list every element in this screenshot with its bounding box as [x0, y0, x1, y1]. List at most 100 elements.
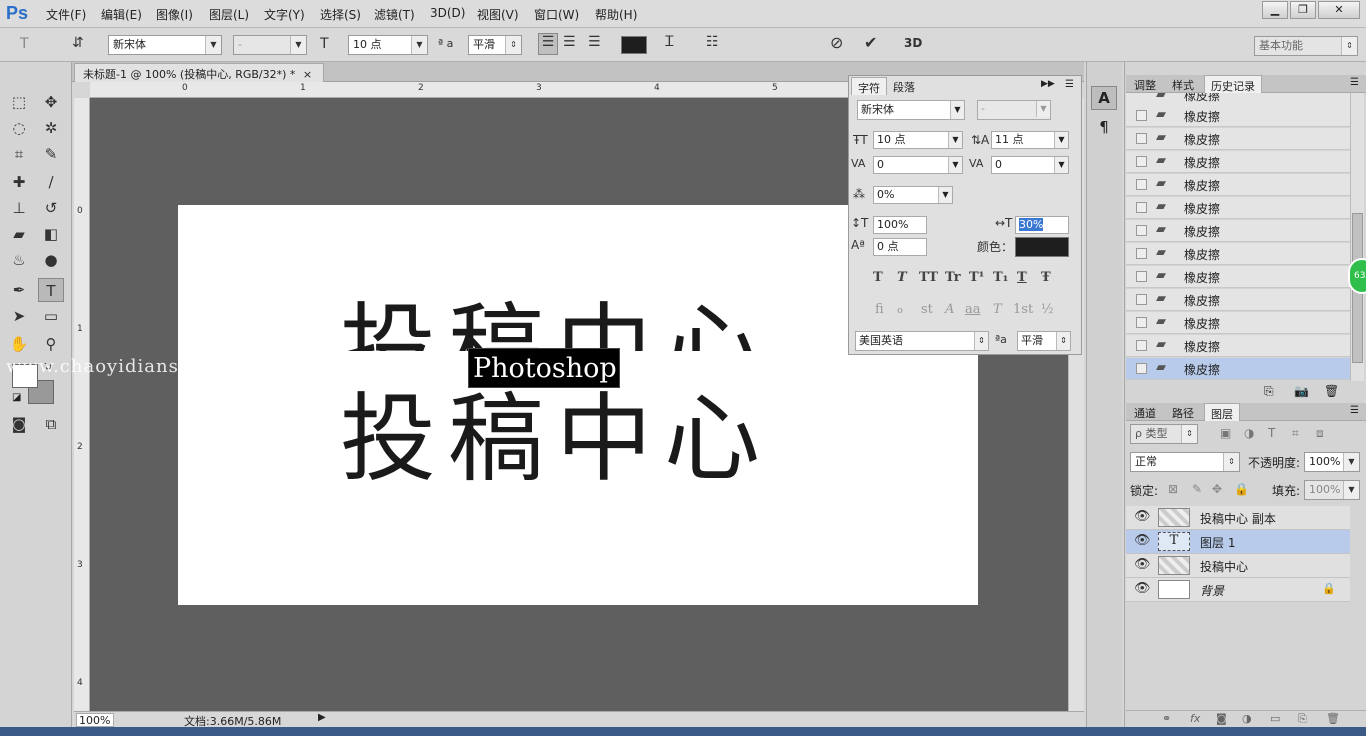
- lock-pixels-icon[interactable]: ✎: [1192, 482, 1202, 496]
- align-center-icon[interactable]: ☰: [563, 34, 576, 50]
- filter-smart-icon[interactable]: ⧈: [1316, 426, 1324, 441]
- underline-button[interactable]: T: [1017, 270, 1027, 285]
- menu-layer[interactable]: 图层(L): [209, 6, 249, 23]
- char-font-size[interactable]: 10 点 ▼: [873, 131, 963, 149]
- char-font-style[interactable]: - ▼: [977, 100, 1051, 120]
- cancel-icon[interactable]: ⊘: [830, 33, 843, 52]
- marquee-tool-icon[interactable]: ⬚: [6, 90, 32, 114]
- brush-tool-icon[interactable]: ∕: [38, 170, 64, 194]
- tab-paths[interactable]: 路径: [1166, 403, 1200, 421]
- trash-icon[interactable]: 🗑: [1326, 712, 1340, 725]
- visibility-eye-icon[interactable]: 👁: [1134, 557, 1151, 572]
- status-menu-arrow-icon[interactable]: ▶: [318, 712, 326, 723]
- history-item[interactable]: ▰ 橡皮擦: [1126, 151, 1350, 173]
- faux-bold-button[interactable]: T: [873, 270, 883, 285]
- snapshot-checkbox[interactable]: [1136, 110, 1147, 121]
- visibility-eye-icon[interactable]: 👁: [1134, 581, 1151, 596]
- subscript-button[interactable]: T₁: [993, 270, 1008, 285]
- menu-window[interactable]: 窗口(W): [534, 6, 579, 23]
- quick-mask-icon[interactable]: ◙: [6, 412, 32, 436]
- snapshot-checkbox[interactable]: [1136, 294, 1147, 305]
- history-brush-icon[interactable]: ↺: [38, 196, 64, 220]
- snapshot-checkbox[interactable]: [1136, 202, 1147, 213]
- zoom-field[interactable]: 100%: [76, 713, 114, 727]
- clone-stamp-icon[interactable]: ⊥: [6, 196, 32, 220]
- snapshot-checkbox[interactable]: [1136, 340, 1147, 351]
- new-layer-icon[interactable]: ⎘: [1298, 712, 1307, 726]
- char-antialias-select[interactable]: 平滑 ⇕: [1017, 331, 1071, 351]
- menu-filter[interactable]: 滤镜(T): [374, 6, 415, 23]
- menu-select[interactable]: 选择(S): [320, 6, 361, 23]
- char-kerning[interactable]: 0 ▼: [873, 156, 963, 174]
- panel-menu-icon[interactable]: ☰: [1065, 79, 1074, 90]
- ot-ligature-button[interactable]: fi: [875, 302, 884, 317]
- lock-all-icon[interactable]: 🔒: [1234, 482, 1249, 496]
- ot-swash-button[interactable]: A: [945, 302, 954, 317]
- ot-discretionary-button[interactable]: ℴ: [897, 302, 903, 317]
- align-right-icon[interactable]: ☰: [588, 34, 601, 50]
- layer-style-icon[interactable]: fx: [1190, 712, 1200, 725]
- crop-tool-icon[interactable]: ⌗: [6, 142, 32, 166]
- document-tab[interactable]: 未标题-1 @ 100% (投稿中心, RGB/32*) * ×: [74, 63, 324, 82]
- layer-filter-select[interactable]: ρ 类型 ⇕: [1130, 424, 1198, 444]
- tab-adjustments[interactable]: 调整: [1128, 75, 1162, 93]
- type-tool-icon[interactable]: T: [38, 278, 64, 302]
- hand-tool-icon[interactable]: ✋: [6, 332, 32, 356]
- rectangle-tool-icon[interactable]: ▭: [38, 304, 64, 328]
- gradient-tool-icon[interactable]: ◧: [38, 222, 64, 246]
- new-group-icon[interactable]: ▭: [1270, 712, 1280, 725]
- font-style-select[interactable]: - ▼: [233, 35, 307, 55]
- history-item[interactable]: ▰ 橡皮擦: [1126, 105, 1350, 127]
- default-colors-icon[interactable]: ◪: [12, 392, 21, 403]
- warp-text-icon[interactable]: Ꮖ: [665, 34, 674, 50]
- history-item[interactable]: ▰ 橡皮擦: [1126, 289, 1350, 311]
- panel-menu-icon[interactable]: ☰: [1350, 405, 1359, 416]
- minimize-button[interactable]: ▁: [1262, 1, 1288, 19]
- ot-fractions-button[interactable]: ½: [1041, 302, 1054, 317]
- superscript-button[interactable]: T¹: [969, 270, 984, 285]
- menu-type[interactable]: 文字(Y): [264, 6, 305, 23]
- main-text-layer[interactable]: 投稿中心: [340, 391, 772, 487]
- filter-shape-icon[interactable]: ⌗: [1292, 426, 1299, 441]
- 3d-button[interactable]: 3D: [904, 36, 922, 50]
- snapshot-checkbox[interactable]: [1136, 133, 1147, 144]
- blend-mode-select[interactable]: 正常 ⇕: [1130, 452, 1240, 472]
- align-left-icon[interactable]: ☰: [538, 33, 558, 55]
- menu-help[interactable]: 帮助(H): [595, 6, 637, 23]
- floating-badge[interactable]: 63: [1348, 258, 1366, 294]
- healing-brush-icon[interactable]: ✚: [6, 170, 32, 194]
- type-tool-preset-icon[interactable]: T: [20, 36, 29, 52]
- dodge-tool-icon[interactable]: ●: [38, 248, 64, 272]
- history-item[interactable]: ▰ 橡皮擦: [1126, 220, 1350, 242]
- tab-layers[interactable]: 图层: [1204, 403, 1240, 421]
- path-select-icon[interactable]: ➤: [6, 304, 32, 328]
- layer-row-selected[interactable]: 👁 T 图层 1: [1126, 530, 1350, 554]
- lock-position-icon[interactable]: ✥: [1212, 482, 1222, 496]
- char-horizontal-scale[interactable]: 30%: [1015, 216, 1069, 234]
- panel-menu-icon[interactable]: ☰: [1350, 77, 1359, 88]
- all-caps-button[interactable]: TT: [919, 270, 938, 285]
- close-button[interactable]: ✕: [1318, 1, 1360, 19]
- trash-icon[interactable]: 🗑: [1324, 384, 1339, 398]
- history-item[interactable]: ▰ 橡皮擦: [1126, 197, 1350, 219]
- character-panel-icon[interactable]: A: [1091, 86, 1117, 110]
- history-item-current[interactable]: ▰ 橡皮擦: [1126, 358, 1350, 380]
- opacity-field[interactable]: 100% ▼: [1304, 452, 1360, 472]
- snapshot-checkbox[interactable]: [1136, 317, 1147, 328]
- snapshot-checkbox[interactable]: [1136, 248, 1147, 259]
- tab-styles[interactable]: 样式: [1166, 75, 1200, 93]
- faux-italic-button[interactable]: T: [897, 270, 907, 285]
- text-orientation-icon[interactable]: ⇵: [72, 35, 84, 51]
- expand-icon[interactable]: ▶▶: [1041, 79, 1055, 89]
- history-item[interactable]: ▰ 橡皮擦: [1126, 266, 1350, 288]
- menu-view[interactable]: 视图(V): [477, 6, 519, 23]
- ot-ordinals-button[interactable]: 1st: [1013, 302, 1033, 317]
- layer-row[interactable]: 👁 投稿中心 副本: [1126, 506, 1350, 530]
- char-baseline-shift[interactable]: 0 点: [873, 238, 927, 256]
- tab-channels[interactable]: 通道: [1128, 403, 1162, 421]
- history-item[interactable]: ▰ 橡皮擦: [1126, 128, 1350, 150]
- font-family-select[interactable]: 新宋体 ▼: [108, 35, 222, 55]
- zoom-tool-icon[interactable]: ⚲: [38, 332, 64, 356]
- lock-transparent-icon[interactable]: ⊠: [1168, 482, 1178, 496]
- strikethrough-button[interactable]: Ŧ: [1041, 270, 1051, 285]
